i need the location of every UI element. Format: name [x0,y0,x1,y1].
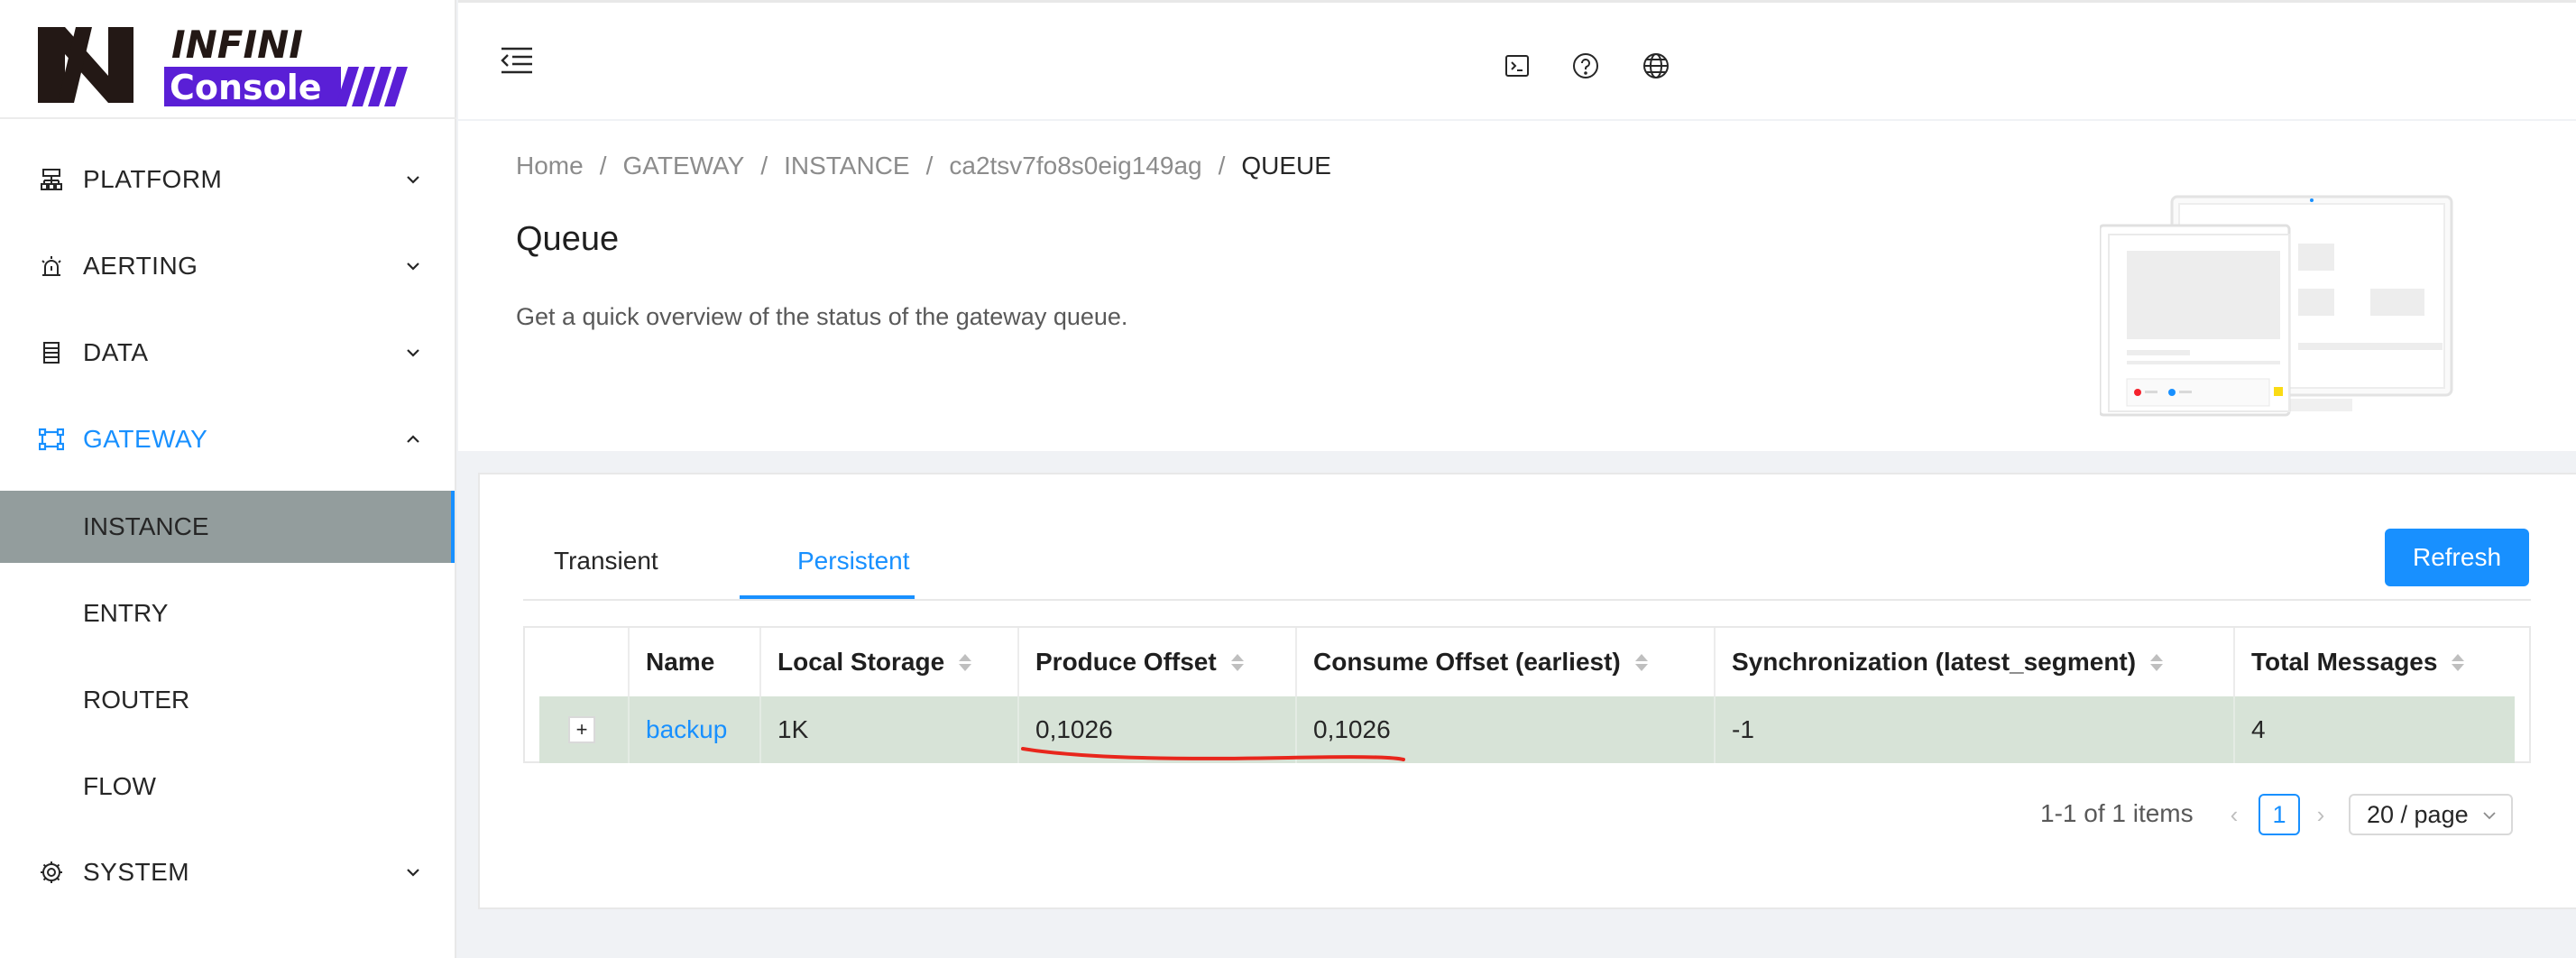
queue-tabs: Transient Persistent [523,523,2531,601]
cell-local-storage: 1K [759,696,1017,763]
column-header-label: Name [646,648,715,676]
terminal-icon[interactable] [1501,50,1533,82]
sort-icon[interactable] [1634,653,1648,671]
gear-icon [38,859,65,886]
chevron-down-icon [407,263,419,271]
breadcrumb-separator: / [1218,152,1226,180]
queue-card: Transient Persistent Refresh Name Local … [478,473,2576,909]
menu-fold-icon[interactable] [500,44,532,77]
svg-text:Console: Console [170,68,322,107]
sidebar-subitem-label: FLOW [83,772,156,800]
breadcrumb-current: QUEUE [1241,152,1331,180]
sort-icon[interactable] [1230,653,1244,671]
column-header-label: Total Messages [2251,648,2438,676]
column-header-label: Consume Offset (earliest) [1313,648,1621,676]
sidebar-item-label: GATEWAY [83,425,208,453]
cell-total-messages: 4 [2233,696,2515,763]
column-header-consume-offset[interactable]: Consume Offset (earliest) [1295,628,1714,696]
dashboard-illustration [2100,195,2453,417]
sidebar-subitem-label: ROUTER [83,686,190,714]
chevron-down-icon [407,176,419,184]
sidebar-item-label: AERTING [83,252,198,280]
sidebar-subitem-router[interactable]: ROUTER [0,664,455,736]
column-header-synchronization[interactable]: Synchronization (latest_segment) [1714,628,2233,696]
breadcrumb-home[interactable]: Home [516,152,584,180]
infini-console-logo[interactable]: INFINI Console [38,20,408,110]
tab-transient[interactable]: Transient [554,523,658,599]
breadcrumb-instance-id[interactable]: ca2tsv7fo8s0eig149ag [949,152,1201,180]
sidebar-subitem-instance[interactable]: INSTANCE [0,491,455,563]
alarm-icon [38,253,65,280]
page-size-value: 20 / page [2367,800,2469,828]
tab-ink-bar [740,595,915,599]
breadcrumb-separator: / [760,152,768,180]
table-row[interactable]: + backup 1K 0,1026 0,1026 -1 4 [539,696,2515,763]
refresh-button[interactable]: Refresh [2385,529,2529,586]
red-underline-annotation [1021,747,1405,761]
sort-icon[interactable] [2150,653,2164,671]
chevron-down-icon [407,349,419,357]
prev-page-icon[interactable]: ‹ [2224,799,2244,830]
column-header-local-storage[interactable]: Local Storage [759,628,1017,696]
breadcrumb-separator: / [599,152,607,180]
help-icon[interactable] [1569,50,1602,82]
sidebar-item-label: PLATFORM [83,165,223,193]
queue-table: Name Local Storage Produce Offset Consum… [523,626,2531,763]
breadcrumb-gateway[interactable]: GATEWAY [622,152,744,180]
pagination-total: 1-1 of 1 items [2040,799,2194,827]
chevron-down-icon [407,869,419,877]
column-header-label: Local Storage [777,648,945,676]
cell-name[interactable]: backup [628,696,759,763]
logo-divider [0,117,456,119]
sidebar-item-gateway[interactable]: GATEWAY [0,399,455,480]
svg-text:INFINI: INFINI [171,23,303,67]
page-size-select[interactable]: 20 / page [2349,794,2513,835]
sidebar-item-label: SYSTEM [83,858,190,886]
column-header-total-messages[interactable]: Total Messages [2233,628,2529,696]
sort-icon[interactable] [2452,653,2465,671]
sidebar-item-platform[interactable]: PLATFORM [0,139,455,220]
breadcrumb-separator: / [925,152,934,180]
sidebar-item-system[interactable]: SYSTEM [0,832,455,913]
pagination-page-1[interactable]: 1 [2259,794,2300,835]
sidebar-subitem-flow[interactable]: FLOW [0,751,455,823]
chevron-up-icon [407,435,419,443]
sidebar-item-label: DATA [83,338,149,366]
sidebar: INFINI Console PLATFORM AERTING DATA GAT… [0,0,456,958]
breadcrumb: Home / GATEWAY / INSTANCE / ca2tsv7fo8s0… [516,152,1331,180]
gateway-icon [38,426,65,453]
sort-icon[interactable] [959,653,972,671]
sidebar-subitem-entry[interactable]: ENTRY [0,577,455,649]
globe-icon[interactable] [1640,50,1672,82]
page-title: Queue [516,220,620,258]
cell-synchronization: -1 [1714,696,2233,763]
sidebar-subitem-label: INSTANCE [83,512,209,540]
column-header-name: Name [628,628,759,696]
sidebar-item-data[interactable]: DATA [0,312,455,393]
page-description: Get a quick overview of the status of th… [516,303,1128,330]
sidebar-item-alerting[interactable]: AERTING [0,226,455,307]
platform-icon [38,166,65,193]
table-header: Name Local Storage Produce Offset Consum… [525,628,2529,696]
column-header-label: Synchronization (latest_segment) [1732,648,2137,676]
sidebar-subitem-label: ENTRY [83,599,169,627]
breadcrumb-instance[interactable]: INSTANCE [784,152,910,180]
column-header-label: Produce Offset [1035,648,1217,676]
next-page-icon[interactable]: › [2311,799,2331,830]
page-header: Home / GATEWAY / INSTANCE / ca2tsv7fo8s0… [458,121,2576,451]
expand-row-button[interactable]: + [568,716,595,743]
column-header-produce-offset[interactable]: Produce Offset [1017,628,1295,696]
chevron-down-icon [2483,812,2496,820]
top-bar [458,0,2576,119]
tab-persistent[interactable]: Persistent [797,523,910,599]
data-icon [38,339,65,366]
